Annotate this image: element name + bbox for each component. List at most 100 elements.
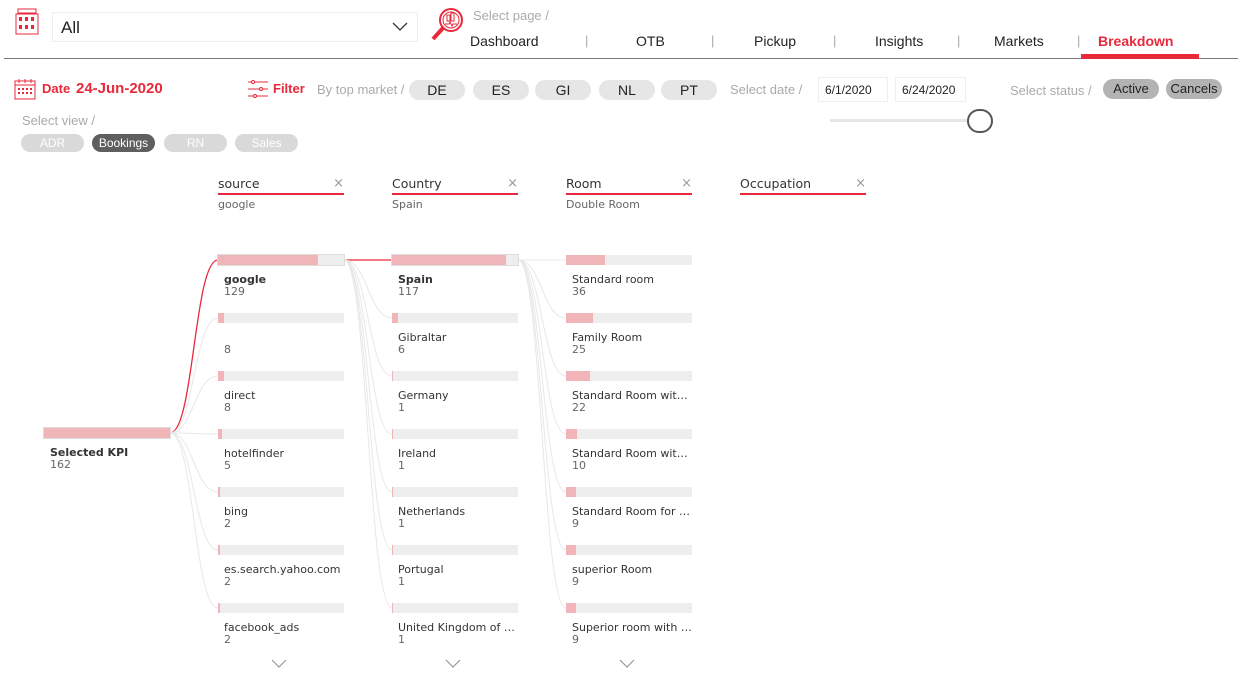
node-bar: [392, 545, 518, 555]
node-bar: [218, 313, 344, 323]
node-label: es.search.yahoo.com: [224, 563, 341, 576]
node-label: direct: [224, 389, 256, 402]
node-value: 162: [50, 458, 71, 471]
node-label: superior Room: [572, 563, 653, 576]
node-label: Standard Room for single use: [572, 505, 692, 518]
node-bar: [218, 545, 344, 555]
node-bar-fill: [218, 371, 225, 381]
node-value: 22: [572, 401, 586, 414]
node-bar-fill: [392, 545, 393, 555]
close-icon[interactable]: ×: [507, 176, 518, 191]
node-value: 10: [572, 459, 586, 472]
node-bar-fill: [218, 429, 222, 439]
column-selected-value: Double Room: [566, 198, 640, 211]
connector: [169, 432, 219, 493]
node-label: Superior room with lateral sea view: [572, 621, 692, 634]
chevron-down-icon[interactable]: [271, 656, 287, 668]
connector: [343, 259, 393, 493]
tree-node[interactable]: bing 2: [218, 487, 344, 530]
node-value: 117: [398, 285, 419, 298]
tree-node[interactable]: hotelfinder 5: [218, 429, 344, 472]
tree-node[interactable]: es.search.yahoo.com 2: [218, 545, 344, 588]
tree-node[interactable]: Germany 1: [392, 371, 518, 414]
column-header-country: Country ×: [392, 176, 518, 195]
node-bar-fill: [218, 603, 220, 613]
column-header-source: source ×: [218, 176, 344, 195]
node-bar-fill: [218, 255, 319, 265]
tree-node[interactable]: Standard Room with large bed22: [566, 371, 692, 414]
tree-node[interactable]: Standard room 36: [566, 255, 692, 298]
node-bar-fill: [218, 487, 220, 497]
node-value: 9: [572, 575, 579, 588]
node-value: 6: [398, 343, 405, 356]
node-bar-fill: [566, 429, 577, 439]
tree-node[interactable]: Spain 117: [391, 254, 519, 298]
tree-node[interactable]: Portugal 1: [392, 545, 518, 588]
node-value: 25: [572, 343, 586, 356]
column-title: Country: [392, 176, 442, 191]
node-bar: [566, 429, 692, 439]
node-label: facebook_ads: [224, 621, 300, 634]
tree-node[interactable]: Family Room 25: [566, 313, 692, 356]
column-title: Room: [566, 176, 602, 191]
node-bar: [566, 545, 692, 555]
node-bar: [218, 603, 344, 613]
tree-node[interactable]: facebook_ads 2: [218, 603, 344, 646]
close-icon[interactable]: ×: [681, 176, 692, 191]
chevron-down-icon[interactable]: [619, 656, 635, 668]
connector: [517, 259, 567, 551]
tree-node[interactable]: google 129: [217, 254, 345, 298]
node-value: 2: [224, 517, 231, 530]
column-title: source: [218, 176, 260, 191]
tree-node[interactable]: Gibraltar 6: [392, 313, 518, 356]
root-node[interactable]: Selected KPI 162: [43, 427, 171, 471]
node-bar-fill: [392, 603, 393, 613]
node-bar: [218, 371, 344, 381]
node-bar: [392, 429, 518, 439]
node-label: Netherlands: [398, 505, 466, 518]
node-label: Gibraltar: [398, 331, 447, 344]
node-bar: [391, 254, 519, 266]
node-bar-fill: [566, 487, 576, 497]
tree-node[interactable]: Netherlands 1: [392, 487, 518, 530]
node-bar-fill: [566, 371, 590, 381]
chevron-down-icon[interactable]: [445, 656, 461, 668]
node-value: 36: [572, 285, 586, 298]
connector: [343, 259, 393, 551]
node-label: Ireland: [398, 447, 437, 460]
node-bar: [566, 487, 692, 497]
node-bar: [566, 371, 692, 381]
connector: [517, 259, 567, 493]
node-label: Family Room: [572, 331, 643, 344]
node-bar-fill: [392, 313, 398, 323]
tree-node[interactable]: United Kingdom of Great Britain and Nort…: [392, 603, 518, 646]
node-bar-fill: [566, 603, 576, 613]
node-label: Portugal: [398, 563, 444, 576]
tree-node[interactable]: direct 8: [218, 371, 344, 414]
connector: [169, 432, 219, 551]
node-label: Standard Room with Garden view: [572, 447, 692, 460]
node-bar: [217, 254, 345, 266]
tree-node[interactable]: superior Room 9: [566, 545, 692, 588]
node-label: Germany: [398, 389, 449, 402]
node-bar: [392, 603, 518, 613]
node-label: Standard room: [572, 273, 654, 286]
node-value: 1: [398, 633, 405, 646]
node-bar: [392, 371, 518, 381]
tree-node[interactable]: 8: [218, 313, 344, 356]
close-icon[interactable]: ×: [333, 176, 344, 191]
tree-node[interactable]: Superior room with lateral sea view9: [566, 603, 692, 646]
node-bar-fill: [392, 371, 393, 381]
node-label: Standard Room with large bed: [572, 389, 692, 402]
tree-node[interactable]: Standard Room with Garden view10: [566, 429, 692, 472]
node-value: 1: [398, 575, 405, 588]
node-bar: [566, 313, 692, 323]
close-icon[interactable]: ×: [855, 176, 866, 191]
column-selected-value: Spain: [392, 198, 423, 211]
tree-node[interactable]: Ireland 1: [392, 429, 518, 472]
node-bar: [566, 603, 692, 613]
node-label: bing: [224, 505, 248, 518]
connector: [517, 259, 567, 377]
tree-node[interactable]: Standard Room for single use9: [566, 487, 692, 530]
node-bar: [218, 429, 344, 439]
